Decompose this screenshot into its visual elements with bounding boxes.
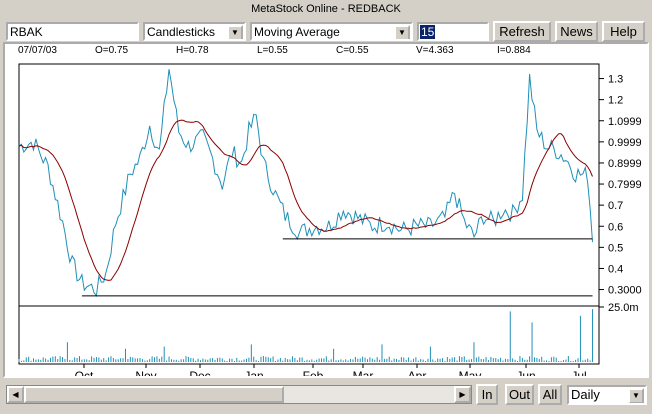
price-series (18, 69, 593, 298)
help-button[interactable]: Help (602, 21, 645, 42)
price-tick-label: 0.7 (608, 200, 623, 212)
chevron-down-icon[interactable]: ▼ (394, 25, 410, 39)
info-low: L=0.55 (257, 45, 288, 56)
month-tick-label: May (459, 369, 482, 376)
month-tick-label: Feb (303, 369, 324, 376)
chevron-down-icon[interactable]: ▼ (628, 388, 644, 403)
price-tick-label: 0.9999 (608, 137, 642, 149)
refresh-button[interactable]: Refresh (493, 21, 551, 42)
chart-panel[interactable]: 1.3 1.2 1.0999 0.9999 0.8999 0.7999 0.7 0.6 0.5 0… (3, 42, 649, 378)
periodicity-select[interactable]: Daily ▼ (567, 385, 647, 405)
month-tick-label: Jun (516, 369, 535, 376)
show-all-button[interactable]: All (538, 384, 562, 405)
volume-tick-label: 25.0m (608, 302, 639, 314)
price-tick-label: 0.6 (608, 221, 623, 233)
month-tick-label: Apr (408, 369, 427, 376)
price-tick-label: 1.0999 (608, 116, 642, 128)
price-tick-label: 0.4 (608, 263, 623, 275)
chart-type-select[interactable]: Candlesticks ▼ (143, 22, 246, 41)
month-tick-label: Jan (244, 369, 263, 376)
scrollbar-thumb[interactable] (24, 386, 284, 403)
month-tick-label: Oct (75, 369, 94, 376)
scroll-right-icon[interactable]: ▶ (454, 386, 471, 403)
info-high: H=0.78 (176, 45, 209, 56)
period-input[interactable]: 15 (417, 22, 489, 41)
symbol-input[interactable]: RBAK (6, 22, 139, 41)
window-title: MetaStock Online - REDBACK (251, 3, 401, 15)
chart-type-value: Candlesticks (147, 25, 216, 39)
periodicity-value: Daily (571, 387, 600, 402)
chevron-down-icon[interactable]: ▼ (227, 25, 243, 39)
price-tick-label: 1.3 (608, 74, 623, 86)
horizontal-scrollbar[interactable]: ◀ ▶ (6, 385, 472, 404)
price-tick-label: 0.8999 (608, 158, 642, 170)
info-interest: I=0.884 (497, 45, 531, 56)
period-value: 15 (420, 25, 436, 39)
scroll-left-icon[interactable]: ◀ (7, 386, 24, 403)
price-tick-label: 1.2 (608, 95, 623, 107)
month-tick-label: Jul (571, 369, 586, 376)
indicator-select[interactable]: Moving Average ▼ (250, 22, 413, 41)
info-date: 07/07/03 (18, 45, 57, 56)
price-tick-label: 0.7999 (608, 179, 642, 191)
price-tick-label: 0.5 (608, 242, 623, 254)
info-open: O=0.75 (95, 45, 129, 56)
zoom-in-button[interactable]: In (476, 384, 498, 405)
info-volume: V=4.363 (416, 45, 454, 56)
indicator-value: Moving Average (254, 25, 340, 39)
info-close: C=0.55 (336, 45, 369, 56)
news-button[interactable]: News (555, 21, 598, 42)
month-tick-label: Mar (353, 369, 374, 376)
price-chart: 1.3 1.2 1.0999 0.9999 0.8999 0.7999 0.7 0.6 0.5 0… (18, 63, 642, 376)
price-tick-label: 0.3000 (608, 285, 642, 297)
month-tick-label: Dec (189, 369, 210, 376)
moving-average-series (18, 119, 593, 281)
zoom-out-button[interactable]: Out (505, 384, 534, 405)
month-tick-label: Nov (135, 369, 156, 376)
